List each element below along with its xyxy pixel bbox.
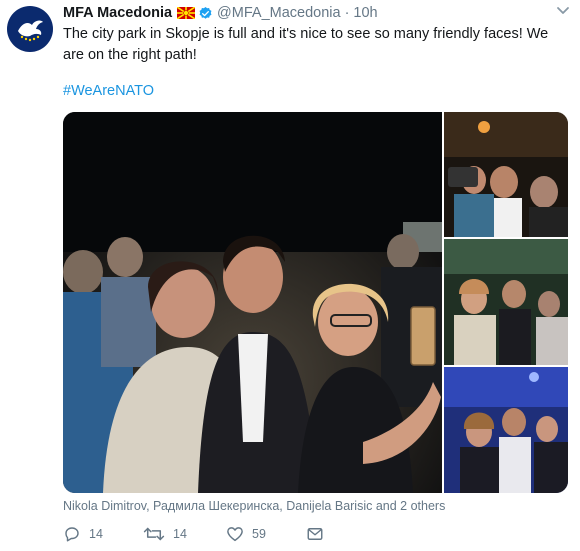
- thumbnail-photo-3[interactable]: [444, 367, 568, 493]
- chevron-down-icon[interactable]: [556, 6, 570, 16]
- verified-badge-icon: [199, 6, 212, 19]
- reply-button[interactable]: 14: [63, 525, 103, 543]
- hashtag-link[interactable]: #WeAreNATO: [63, 83, 154, 99]
- mfa-dove-logo-icon: [18, 20, 43, 42]
- retweet-button[interactable]: 14: [143, 525, 187, 543]
- heart-icon: [227, 527, 243, 542]
- envelope-icon: [307, 528, 323, 540]
- tweet-text: The city park in Skopje is full and it's…: [63, 26, 549, 63]
- like-button[interactable]: 59: [226, 525, 266, 543]
- account-handle[interactable]: @MFA_Macedonia: [217, 5, 341, 21]
- reply-icon: [65, 527, 79, 542]
- retweet-icon: [143, 527, 165, 541]
- account-avatar[interactable]: [7, 6, 53, 52]
- direct-message-button[interactable]: [306, 525, 332, 543]
- main-photo[interactable]: [63, 112, 442, 493]
- reply-count: 14: [89, 527, 103, 541]
- thumbnail-photo-1[interactable]: [444, 112, 568, 237]
- tweet-actions: 14 14 59: [63, 525, 483, 547]
- header-separator: ·: [344, 5, 350, 21]
- like-count: 59: [252, 527, 266, 541]
- media-grid: [63, 112, 568, 493]
- tagged-people[interactable]: Nikola Dimitrov, Радмила Шекеринска, Dan…: [63, 499, 445, 513]
- retweet-count: 14: [173, 527, 187, 541]
- account-name[interactable]: MFA Macedonia: [63, 5, 172, 21]
- thumbnail-photo-2[interactable]: [444, 239, 568, 365]
- tweet-header: MFA Macedonia @MFA_Macedonia · 10h: [63, 3, 378, 23]
- tweet-timestamp[interactable]: 10h: [353, 5, 377, 21]
- macedonia-flag-icon: [177, 7, 196, 19]
